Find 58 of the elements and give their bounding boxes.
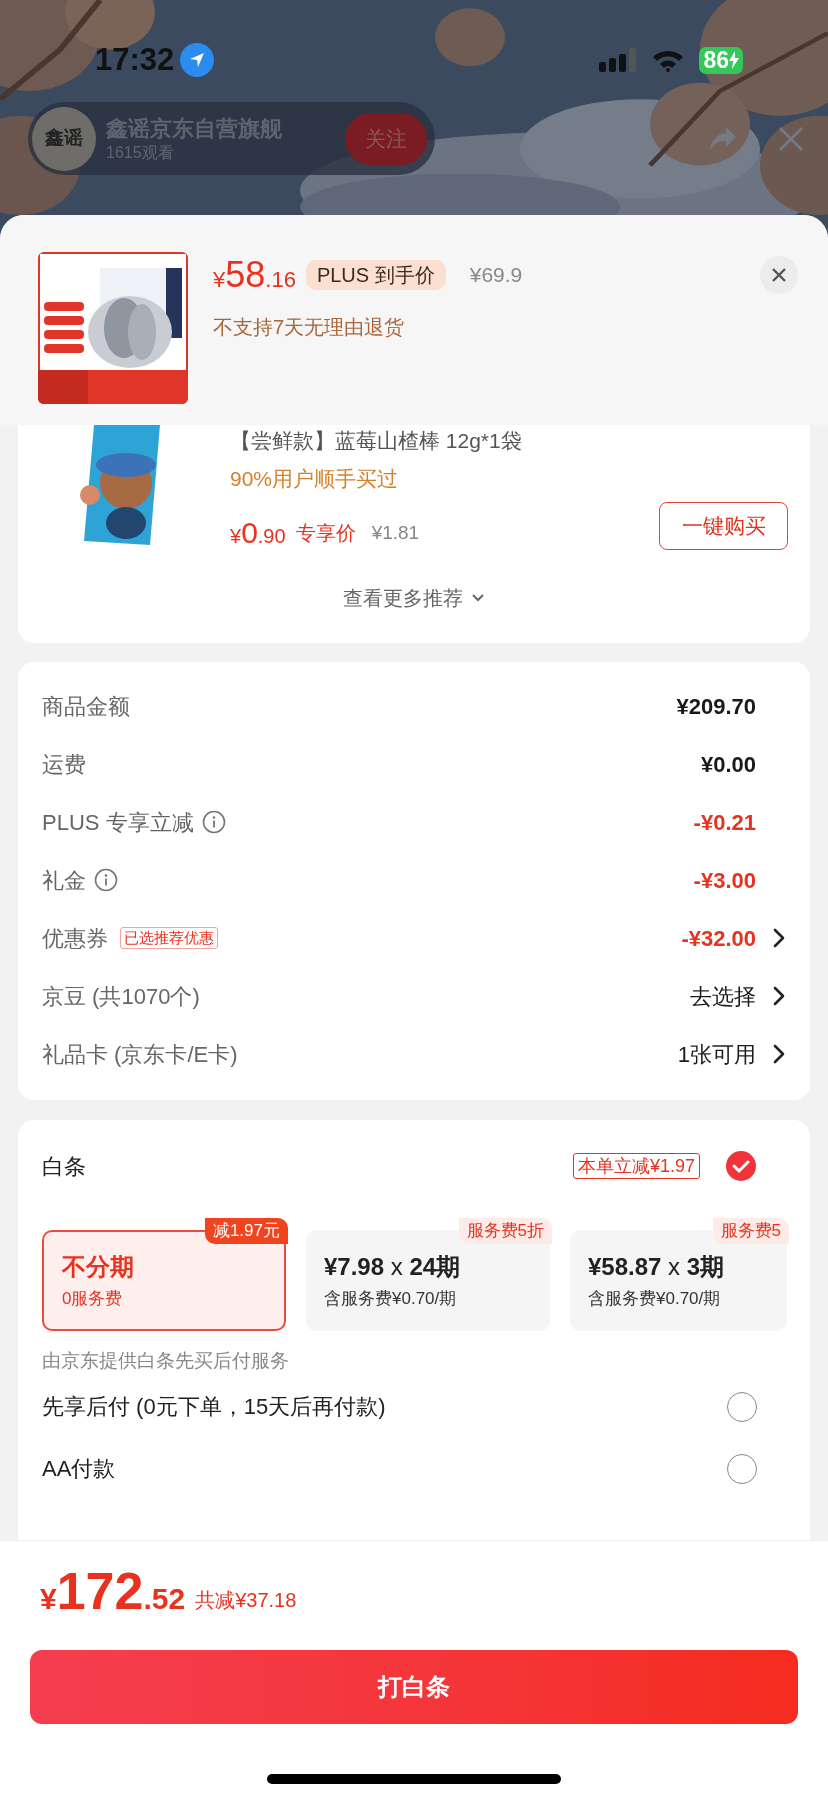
section-title: 白条 — [42, 1152, 86, 1181]
plan-tag: 服务费5 — [712, 1218, 789, 1244]
fee-label: PLUS 专享立减 — [42, 808, 194, 837]
plan-title: ¥7.98 x 24期 — [324, 1251, 462, 1282]
close-icon — [771, 267, 787, 283]
plan-title: 不分期 — [62, 1251, 135, 1282]
signal-icon — [599, 48, 638, 72]
fee-label: 优惠券 — [42, 924, 108, 953]
charging-icon — [729, 51, 739, 69]
original-price: ¥69.9 — [469, 262, 523, 289]
product-title: 【尝鲜款】蓝莓山楂棒 12g*1袋 — [230, 428, 523, 454]
fee-value[interactable]: -¥32.00 — [681, 921, 756, 955]
total-price: ¥172.52 — [40, 1565, 186, 1617]
plan-tag: 服务费5折 — [458, 1218, 552, 1244]
buy-now-button[interactable]: 一键购买 — [659, 502, 788, 550]
fee-value[interactable]: 去选择 — [690, 979, 756, 1013]
coupon-tag: 已选推荐优惠 — [120, 927, 218, 949]
pay-button[interactable]: 打白条 — [30, 1650, 798, 1724]
return-policy-notice: 不支持7天无理由退货 — [213, 315, 406, 340]
plan-fee: 含服务费¥0.70/期 — [588, 1287, 722, 1310]
fee-value[interactable]: 1张可用 — [677, 1037, 756, 1071]
close-button[interactable] — [760, 256, 798, 294]
payment-option-label: AA付款 — [42, 1455, 116, 1483]
fee-value: ¥0.00 — [700, 750, 756, 779]
payment-option-label: 先享后付 (0元下单，15天后再付款) — [42, 1393, 386, 1421]
fee-label: 商品金额 — [42, 692, 130, 721]
check-icon[interactable] — [726, 1151, 756, 1181]
fee-value: -¥0.21 — [693, 808, 756, 837]
fee-label: 京豆 (共1070个) — [42, 982, 200, 1011]
service-note: 由京东提供白条先买后付服务 — [42, 1349, 290, 1373]
fee-label: 礼金 — [42, 866, 86, 895]
fee-label: 运费 — [42, 750, 86, 779]
fee-value: -¥3.00 — [693, 866, 756, 895]
wifi-icon — [651, 48, 686, 72]
status-time: 17:32 — [95, 40, 175, 79]
payment-option[interactable]: AA付款 — [42, 1437, 810, 1500]
product-price: ¥58.16 — [213, 257, 296, 293]
price-label: 专享价 — [295, 521, 356, 546]
discount-badge: 本单立减¥1.97 — [572, 1153, 700, 1179]
plan-tag: 减1.97元 — [204, 1218, 288, 1244]
original-price: ¥1.81 — [371, 520, 420, 545]
fee-value: ¥209.70 — [676, 692, 756, 721]
plan-fee: 含服务费¥0.70/期 — [324, 1287, 458, 1310]
payment-option[interactable]: 先享后付 (0元下单，15天后再付款) — [42, 1375, 810, 1438]
location-icon — [180, 43, 215, 77]
total-savings: 共减¥37.18 — [195, 1588, 297, 1613]
fee-label: 礼品卡 (京东卡/E卡) — [42, 1040, 238, 1069]
social-proof-text: 90%用户顺手买过 — [230, 466, 400, 492]
more-recommendations-link[interactable]: 查看更多推荐 — [343, 583, 485, 613]
store-avatar[interactable]: 鑫谣 — [32, 106, 96, 171]
info-icon[interactable] — [94, 868, 118, 892]
battery-indicator: 86 — [699, 46, 743, 74]
info-icon[interactable] — [201, 810, 226, 834]
plan-fee: 0服务费 — [62, 1287, 124, 1310]
exclusive-price: ¥0.90 — [230, 518, 286, 548]
plan-title: ¥58.87 x 3期 — [588, 1251, 726, 1282]
plus-price-badge: PLUS 到手价 — [305, 260, 446, 290]
chevron-down-icon — [471, 593, 485, 603]
